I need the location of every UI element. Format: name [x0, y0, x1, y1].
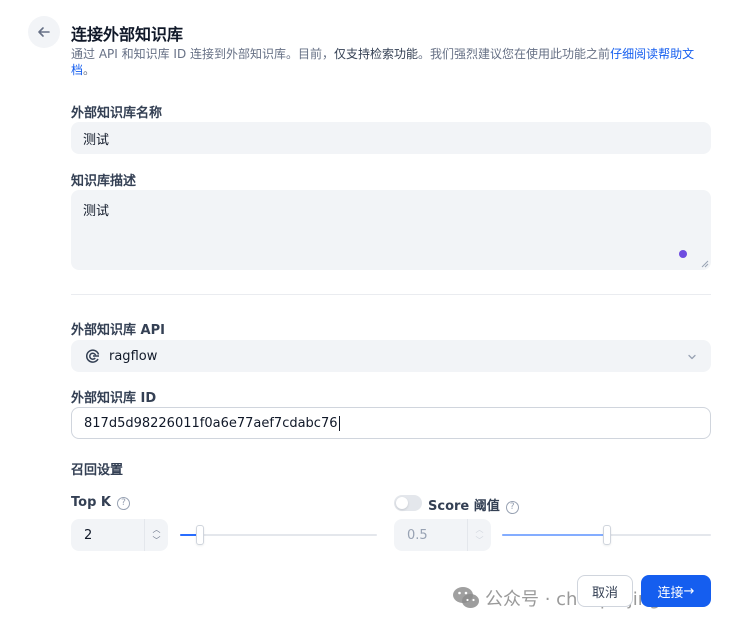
connect-button[interactable]: 连接 →	[641, 575, 711, 607]
name-label: 外部知识库名称	[71, 106, 163, 121]
section-divider	[71, 294, 711, 295]
api-select[interactable]: ragflow	[71, 340, 711, 372]
arrow-right-icon: →	[683, 583, 695, 599]
description-strong: 仅支持检索功能	[334, 47, 419, 61]
topk-label: Top K?	[71, 495, 130, 510]
score-stepper-arrows[interactable]: ︿ ﹀	[467, 519, 491, 551]
retrieval-settings-label: 召回设置	[71, 463, 124, 478]
description-label: 知识库描述	[71, 174, 137, 189]
api-label: 外部知识库 API	[71, 323, 165, 338]
toggle-knob	[396, 497, 408, 509]
arrow-left-icon	[38, 27, 50, 37]
name-input[interactable]: 测试	[71, 122, 711, 154]
connect-label: 连接	[657, 585, 684, 601]
topk-stepper[interactable]: 2 ︿ ﹀	[71, 519, 168, 551]
name-input-value: 测试	[83, 132, 110, 148]
topk-stepper-arrows[interactable]: ︿ ﹀	[144, 519, 168, 551]
topk-label-text: Top K	[71, 495, 111, 510]
slider-thumb[interactable]	[196, 525, 204, 545]
page-description: 通过 API 和知识库 ID 连接到外部知识库。目前，仅支持检索功能。我们强烈建…	[71, 46, 711, 78]
knowledge-id-value: 817d5d98226011f0a6e77aef7cdabc76	[84, 415, 338, 431]
topk-slider[interactable]	[180, 523, 377, 547]
description-textarea-value: 测试	[83, 204, 110, 219]
grammar-assistant-dot[interactable]	[679, 250, 687, 258]
knowledge-id-label: 外部知识库 ID	[71, 391, 157, 406]
decrement-icon[interactable]: ﹀	[153, 535, 161, 546]
cancel-button[interactable]: 取消	[577, 575, 633, 607]
wechat-icon	[453, 587, 479, 608]
score-threshold-slider[interactable]	[502, 523, 711, 547]
score-threshold-label: Score 阈值?	[428, 495, 519, 514]
page-title: 连接外部知识库	[71, 25, 184, 44]
knowledge-id-input[interactable]: 817d5d98226011f0a6e77aef7cdabc76	[71, 407, 711, 439]
score-threshold-stepper[interactable]: 0.5 ︿ ﹀	[394, 519, 491, 551]
description-text: 通过 API 和知识库 ID 连接到外部知识库。目前，	[71, 47, 335, 61]
slider-track	[180, 534, 377, 536]
score-threshold-value: 0.5	[407, 527, 428, 543]
chevron-down-icon	[688, 354, 696, 360]
score-threshold-label-text: Score 阈值	[428, 499, 500, 514]
text-caret	[338, 415, 340, 431]
topk-value: 2	[84, 527, 93, 543]
increment-icon[interactable]: ︿	[476, 524, 484, 535]
back-button[interactable]	[28, 16, 60, 48]
decrement-icon[interactable]: ﹀	[476, 535, 484, 546]
description-textarea[interactable]: 测试	[71, 190, 711, 270]
increment-icon[interactable]: ︿	[153, 524, 161, 535]
score-threshold-toggle[interactable]	[394, 495, 422, 511]
question-circle-icon[interactable]: ?	[505, 500, 519, 514]
slider-thumb[interactable]	[603, 525, 611, 545]
api-select-value: ragflow	[109, 348, 158, 364]
question-circle-icon[interactable]: ?	[116, 496, 130, 510]
description-text: 。	[83, 63, 96, 77]
ragflow-logo-icon	[85, 348, 101, 364]
resize-handle-icon[interactable]	[701, 260, 709, 268]
slider-fill	[502, 534, 607, 536]
description-text: 。我们强烈建议您在使用此功能之前	[418, 47, 611, 61]
